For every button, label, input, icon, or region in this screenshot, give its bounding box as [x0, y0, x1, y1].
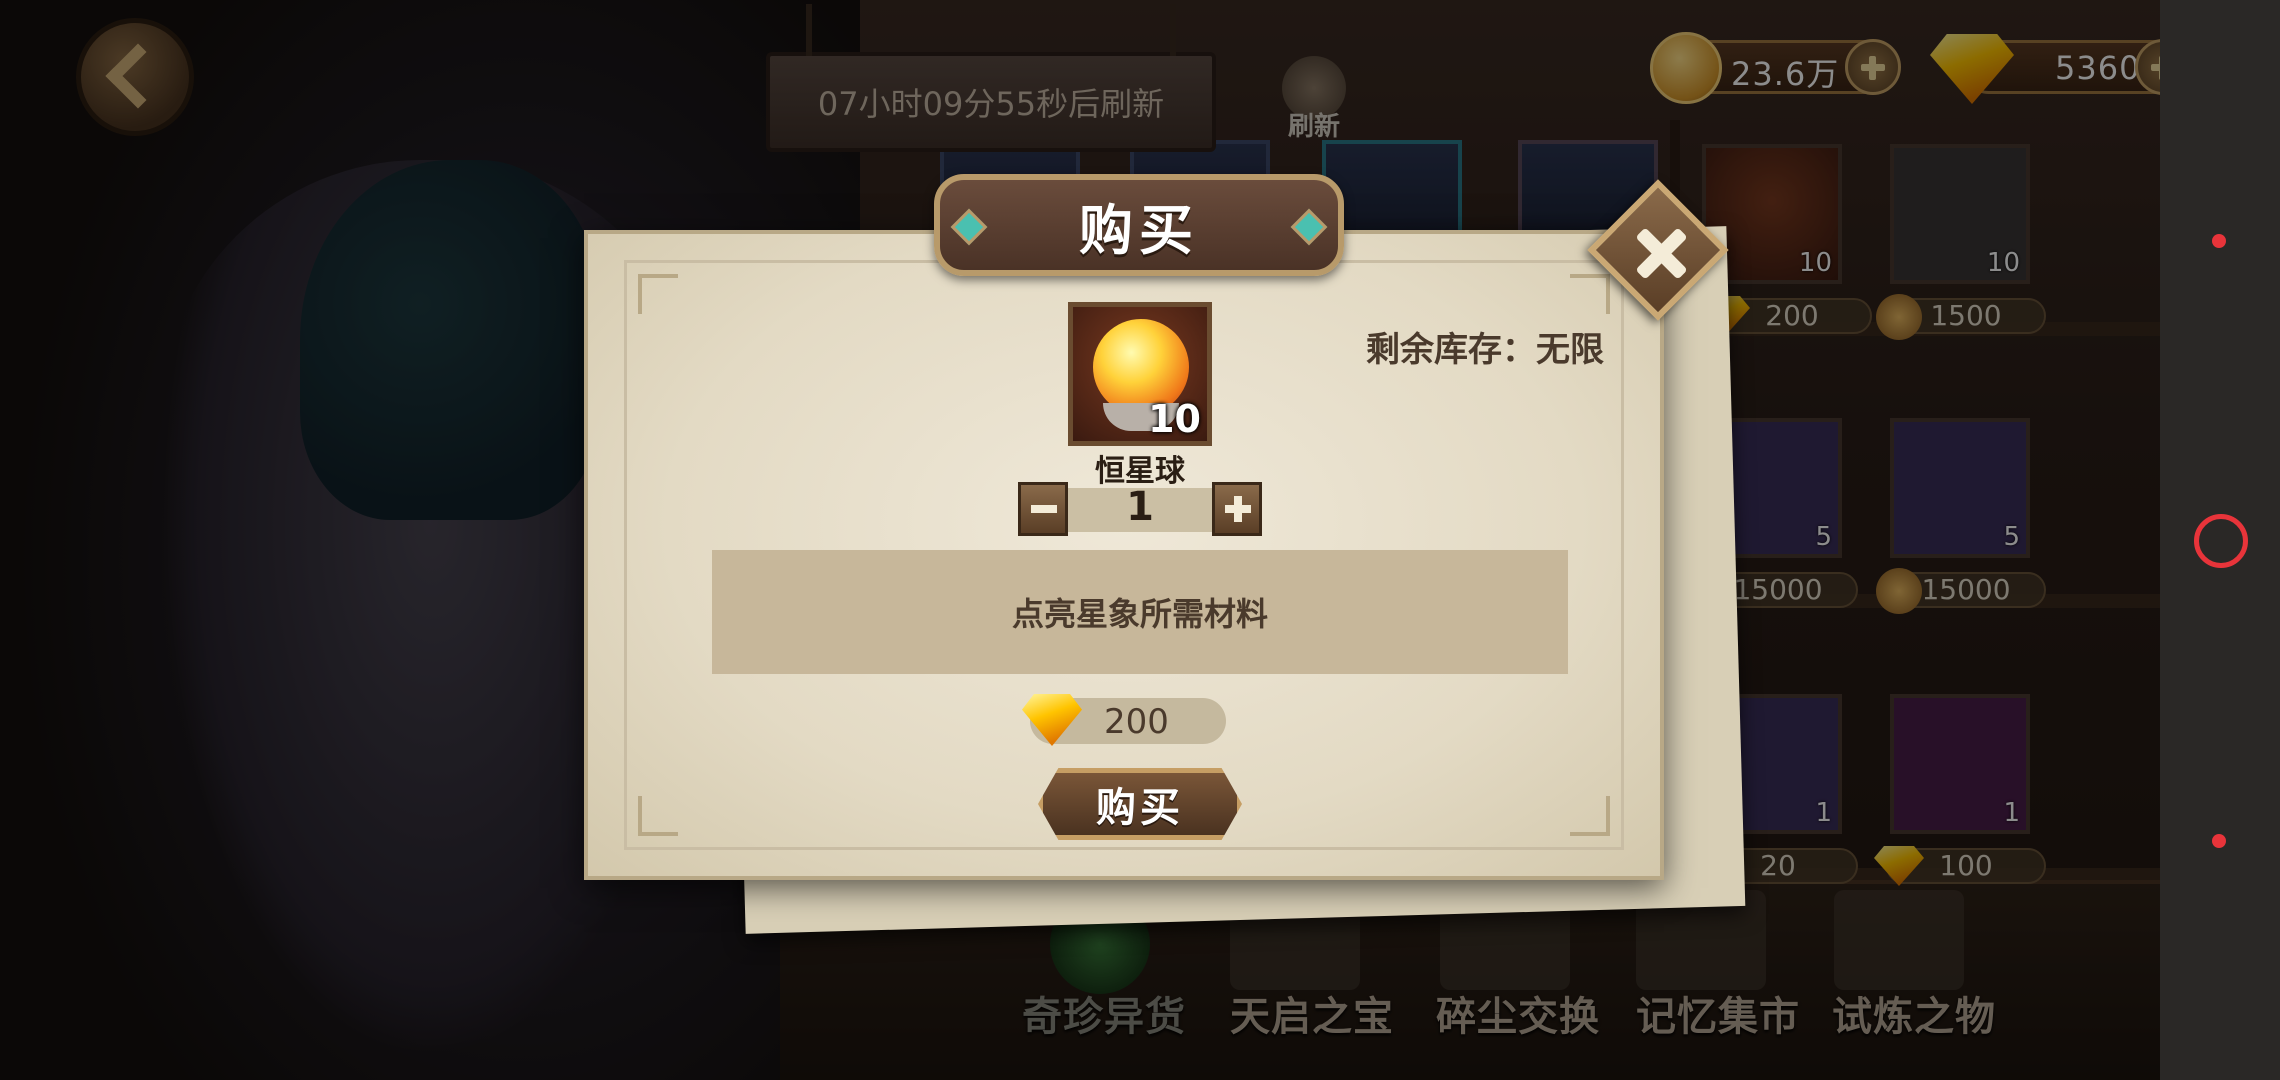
indicator-dot	[2212, 234, 2226, 248]
item-description-text: 点亮星象所需材料	[1011, 595, 1268, 633]
corner-ornament	[1570, 274, 1610, 314]
home-button[interactable]	[2194, 514, 2248, 568]
gem-ornament-icon	[1290, 208, 1328, 246]
item-icon-star-orb: 10	[1068, 302, 1212, 446]
corner-ornament	[638, 274, 678, 314]
purchase-cost: 200	[1022, 694, 1226, 746]
buy-button[interactable]: 购买	[1038, 768, 1242, 840]
indicator-dot	[2212, 834, 2226, 848]
dialog-title-plate: 购买	[934, 174, 1344, 276]
item-qty: 10	[1148, 397, 1201, 441]
quantity-stepper: 1	[1018, 482, 1262, 536]
cost-value: 200	[1104, 702, 1169, 742]
increase-button[interactable]	[1212, 482, 1262, 536]
buy-button-label: 购买	[1096, 785, 1184, 831]
system-sidebar	[2160, 0, 2280, 1080]
corner-ornament	[638, 796, 678, 836]
corner-ornament	[1570, 796, 1610, 836]
gem-ornament-icon	[950, 208, 988, 246]
item-description: 点亮星象所需材料	[712, 550, 1568, 674]
quantity-value[interactable]: 1	[1058, 484, 1222, 530]
remaining-stock: 剩余库存：无限	[1366, 330, 1604, 370]
dialog-title: 购买	[1079, 198, 1199, 262]
